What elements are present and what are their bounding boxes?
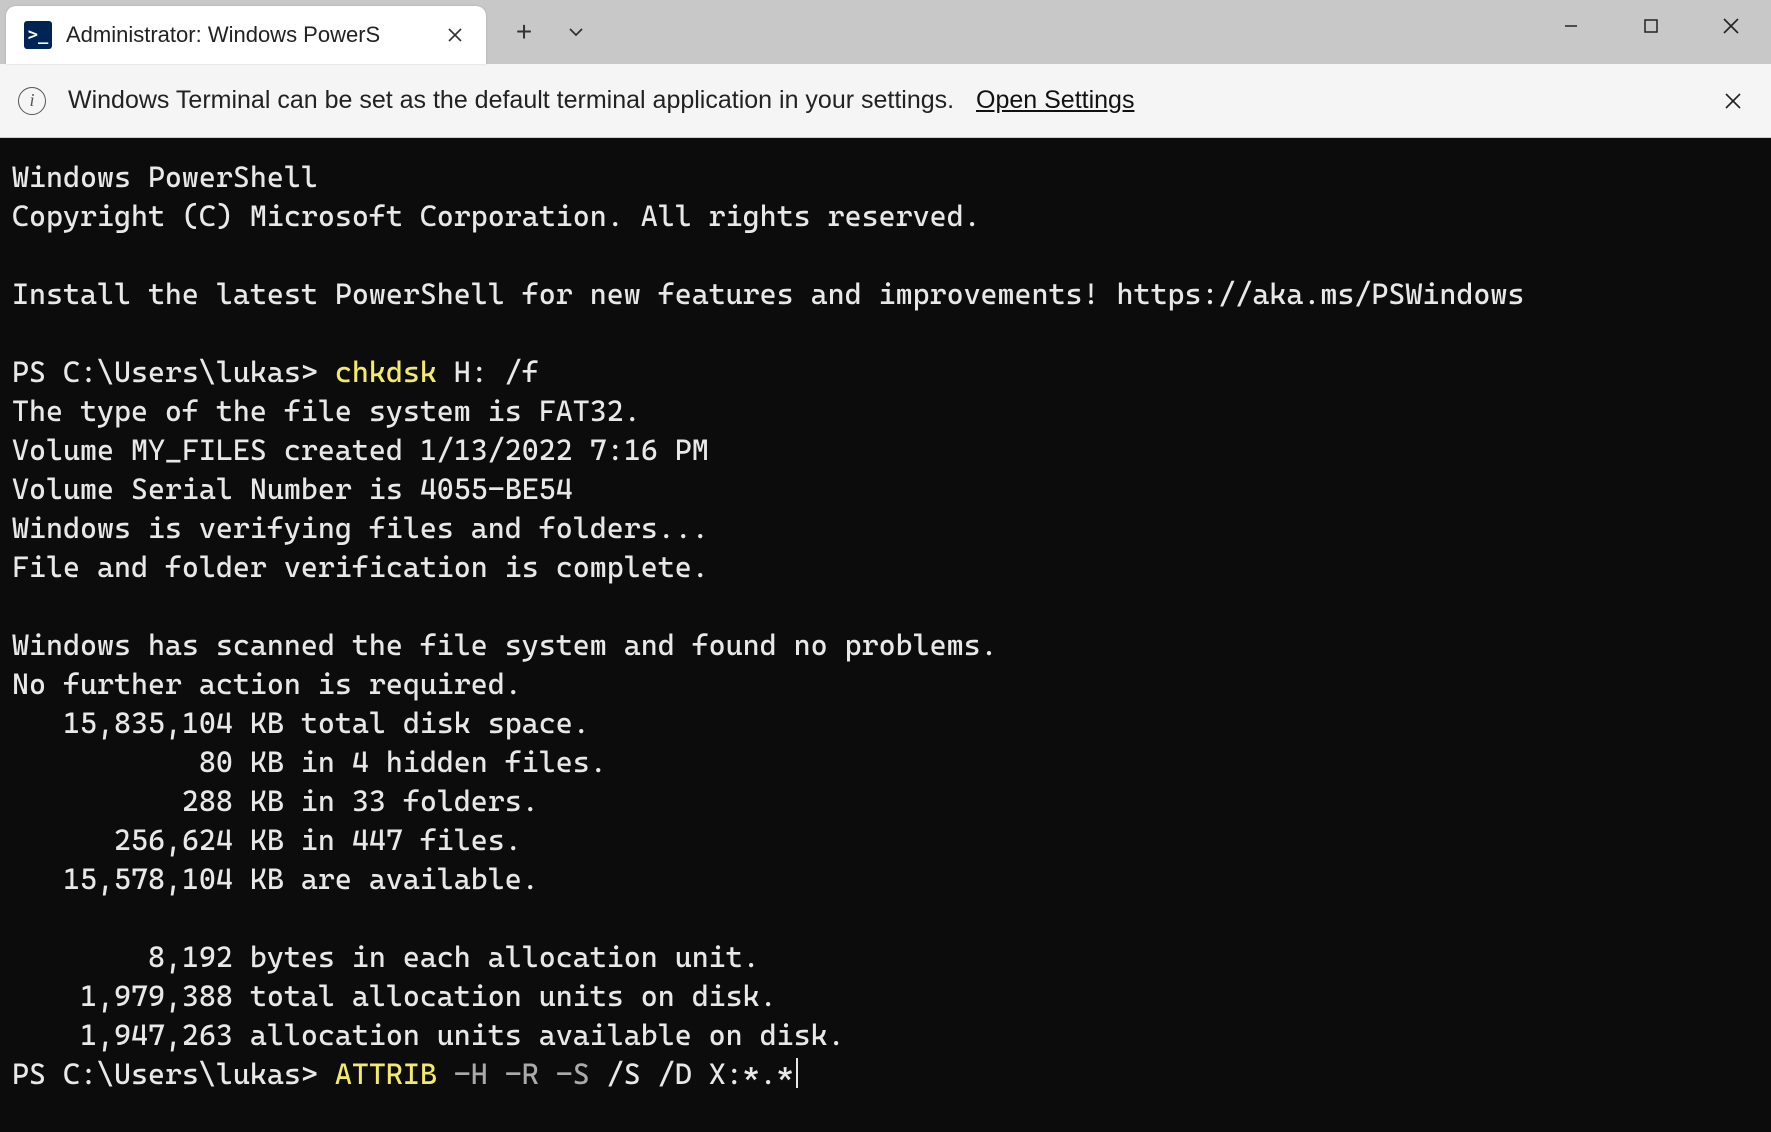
plus-icon: + (516, 16, 532, 48)
close-icon (1722, 17, 1740, 35)
prompt: PS C:\Users\lukas> (12, 355, 335, 389)
minimize-button[interactable] (1531, 0, 1611, 52)
terminal-line: Windows has scanned the file system and … (12, 628, 998, 662)
terminal-line: 1,979,388 total allocation units on disk… (12, 979, 777, 1013)
terminal-line: Volume MY_FILES created 1/13/2022 7:16 P… (12, 433, 709, 467)
terminal-line: 15,835,104 KB total disk space. (12, 706, 590, 740)
command: chkdsk (335, 355, 437, 389)
terminal-line: The type of the file system is FAT32. (12, 394, 641, 428)
maximize-button[interactable] (1611, 0, 1691, 52)
open-settings-link[interactable]: Open Settings (976, 86, 1134, 115)
info-icon: i (18, 87, 46, 115)
titlebar-tab-controls: + (498, 0, 602, 64)
powershell-icon-glyph: >_ (28, 25, 48, 45)
tab-close-button[interactable] (438, 18, 472, 52)
terminal-line: No further action is required. (12, 667, 522, 701)
terminal-line: 1,947,263 allocation units available on … (12, 1018, 845, 1052)
cursor (796, 1058, 798, 1088)
terminal-line: 8,192 bytes in each allocation unit. (12, 940, 760, 974)
terminal-line: Windows is verifying files and folders..… (12, 511, 709, 545)
prompt: PS C:\Users\lukas> (12, 1057, 335, 1091)
minimize-icon (1563, 18, 1579, 34)
new-tab-button[interactable]: + (498, 0, 550, 64)
tab-title: Administrator: Windows PowerS (66, 22, 428, 48)
terminal-line: Volume Serial Number is 4055-BE54 (12, 472, 573, 506)
terminal-line: 15,578,104 KB are available. (12, 862, 539, 896)
titlebar: >_ Administrator: Windows PowerS + (0, 0, 1771, 64)
terminal-line: 80 KB in 4 hidden files. (12, 745, 607, 779)
terminal-line: 288 KB in 33 folders. (12, 784, 539, 818)
command-args: H: /f (437, 355, 539, 389)
terminal-pane[interactable]: Windows PowerShell Copyright (C) Microso… (0, 138, 1771, 1132)
window-controls (1531, 0, 1771, 52)
terminal-line: Copyright (C) Microsoft Corporation. All… (12, 199, 981, 233)
maximize-icon (1644, 19, 1658, 33)
infobar-message: Windows Terminal can be set as the defau… (68, 86, 954, 115)
terminal-line: File and folder verification is complete… (12, 550, 709, 584)
command-args: /S /D X:*.* (590, 1057, 794, 1091)
terminal-line: 256,624 KB in 447 files. (12, 823, 522, 857)
infobar-close-button[interactable] (1713, 81, 1753, 121)
terminal-line: Windows PowerShell (12, 160, 318, 194)
powershell-icon: >_ (24, 21, 52, 49)
default-terminal-infobar: i Windows Terminal can be set as the def… (0, 64, 1771, 138)
command-flags: -H -R -S (437, 1057, 590, 1091)
chevron-down-icon (567, 23, 585, 41)
tab-dropdown-button[interactable] (550, 0, 602, 64)
command: ATTRIB (335, 1057, 437, 1091)
terminal-line: Install the latest PowerShell for new fe… (12, 277, 1524, 311)
tab-powershell[interactable]: >_ Administrator: Windows PowerS (6, 6, 486, 64)
close-window-button[interactable] (1691, 0, 1771, 52)
